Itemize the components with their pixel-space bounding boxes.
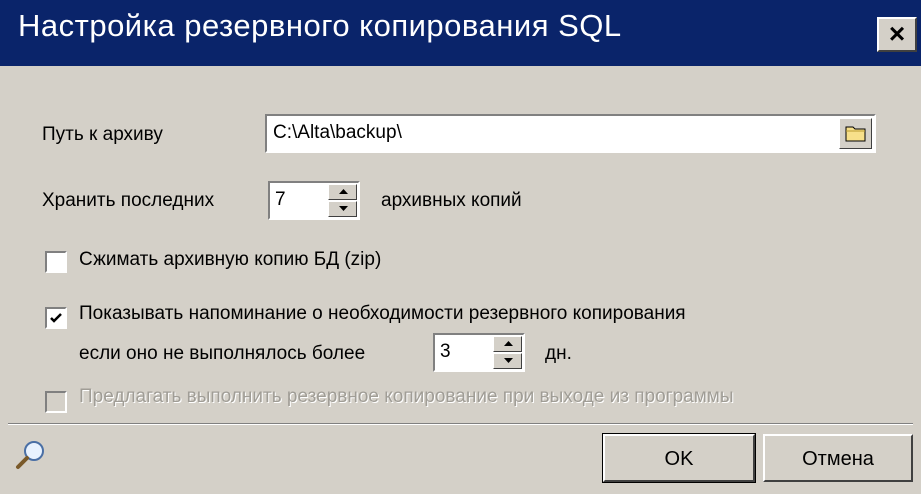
reminder-checkbox[interactable] [45, 307, 67, 329]
compress-label: Сжимать архивную копию БД (zip) [79, 249, 382, 270]
title-bar[interactable]: Настройка резервного копирования SQL × [0, 0, 921, 66]
reminder-days-value: 3 [440, 341, 451, 362]
compress-checkbox[interactable] [45, 251, 67, 273]
checkmark-icon [50, 313, 62, 323]
ok-button-label: OK [664, 448, 694, 470]
keep-copies-value: 7 [275, 189, 286, 210]
keep-label: Хранить последних [42, 190, 215, 211]
offer-on-exit-checkbox[interactable] [45, 391, 67, 413]
cancel-button-label: Отмена [802, 448, 874, 470]
chevron-down-icon [339, 206, 348, 211]
reminder-days-unit: дн. [545, 343, 572, 364]
close-icon: × [888, 18, 906, 49]
keep-copies-decrement[interactable] [328, 201, 357, 217]
keep-copies-stepper[interactable]: 7 [268, 181, 360, 220]
footer-separator [8, 423, 913, 425]
close-button[interactable]: × [877, 17, 917, 52]
archive-path-label: Путь к архиву [42, 124, 163, 145]
reminder-days-stepper[interactable]: 3 [433, 333, 525, 372]
offer-on-exit-label: Предлагать выполнить резервное копирован… [79, 386, 734, 407]
reminder-days-increment[interactable] [493, 336, 522, 352]
reminder-label: Показывать напоминание о необходимости р… [79, 303, 686, 324]
keep-suffix-label: архивных копий [381, 190, 522, 211]
ok-button[interactable]: OK [602, 433, 756, 483]
folder-icon [845, 126, 866, 142]
reminder-days-label: если оно не выполнялось более [79, 343, 366, 364]
keep-copies-increment[interactable] [328, 184, 357, 200]
chevron-up-icon [339, 189, 348, 194]
archive-path-input[interactable]: C:\Alta\backup\ [265, 114, 876, 153]
cancel-button[interactable]: Отмена [763, 434, 913, 482]
chevron-up-icon [504, 341, 513, 346]
window-title: Настройка резервного копирования SQL [18, 8, 622, 43]
browse-folder-button[interactable] [839, 118, 872, 149]
backup-settings-dialog: Настройка резервного копирования SQL × П… [0, 0, 921, 494]
chevron-down-icon [504, 358, 513, 363]
archive-path-value: C:\Alta\backup\ [273, 122, 402, 143]
search-icon[interactable] [14, 438, 48, 472]
reminder-days-decrement[interactable] [493, 353, 522, 369]
